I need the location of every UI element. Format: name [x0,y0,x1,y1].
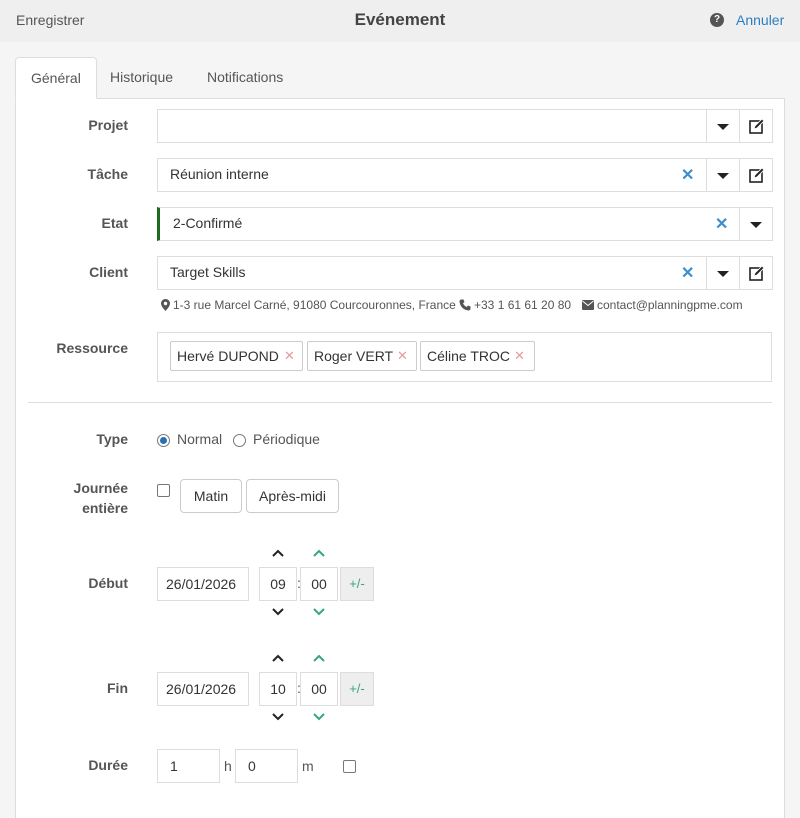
hours-unit: h [224,758,232,774]
projet-edit-button[interactable] [739,109,773,143]
duree-checkbox[interactable] [343,760,356,773]
top-bar: Enregistrer Evénement ? Annuler [0,0,800,42]
minutes-unit: m [302,758,314,774]
remove-tag-icon[interactable]: ✕ [397,342,408,370]
client-label: Client [89,264,128,280]
page-title: Evénement [354,10,446,29]
client-select[interactable]: Target Skills ✕ [157,256,773,290]
client-clear-icon[interactable]: ✕ [681,263,694,283]
etat-clear-icon[interactable]: ✕ [715,214,728,234]
fin-label: Fin [107,680,128,696]
fin-hour-input[interactable]: 10 [259,672,297,706]
debut-label: Début [88,575,128,591]
tab-notifications[interactable]: Notifications [192,57,298,99]
tache-clear-icon[interactable]: ✕ [681,165,694,185]
remove-tag-icon[interactable]: ✕ [284,342,295,370]
caret-down-icon [750,222,762,228]
projet-label: Projet [88,117,128,133]
caret-down-icon [717,124,729,130]
type-normal-radio[interactable] [157,434,170,447]
debut-minute-input[interactable]: 00 [300,567,338,601]
client-address: 1-3 rue Marcel Carné, 91080 Courcouronne… [173,298,456,312]
etat-label: Etat [101,215,128,231]
duree-label: Durée [88,757,128,773]
edit-icon [749,118,765,134]
debut-plus-minus-button[interactable]: +/- [340,567,374,601]
section-divider [28,402,772,403]
apres-midi-button[interactable]: Après-midi [246,479,339,513]
fin-minute-input[interactable]: 00 [300,672,338,706]
cancel-button[interactable]: Annuler [736,12,784,28]
phone-icon [459,299,471,311]
hour-up-chevron-icon[interactable] [271,653,285,663]
minute-up-chevron-icon[interactable] [312,653,326,663]
projet-dropdown-button[interactable] [706,109,740,143]
debut-hour-input[interactable]: 09 [259,567,297,601]
journee-label-line1: Journée [73,480,128,496]
client-edit-button[interactable] [739,256,773,290]
tache-dropdown-button[interactable] [706,158,740,192]
tache-value: Réunion interne [170,166,269,182]
type-label: Type [96,431,128,447]
matin-button[interactable]: Matin [180,479,242,513]
help-icon[interactable]: ? [710,13,724,27]
hour-down-chevron-icon[interactable] [271,712,285,722]
minute-down-chevron-icon[interactable] [312,712,326,722]
client-value: Target Skills [170,264,246,280]
etat-dropdown-button[interactable] [739,207,773,241]
duree-hours-input[interactable]: 1 [157,749,220,783]
caret-down-icon [717,173,729,179]
minute-up-chevron-icon[interactable] [312,548,326,558]
fin-date-input[interactable]: 26/01/2026 [157,672,249,706]
ressource-tag: Roger VERT ✕ [307,341,417,371]
ressource-label: Ressource [56,340,128,356]
fin-plus-minus-button[interactable]: +/- [340,672,374,706]
type-periodique-label: Périodique [253,431,320,447]
minute-down-chevron-icon[interactable] [312,607,326,617]
etat-value: 2-Confirmé [173,215,243,231]
projet-select[interactable] [157,109,773,143]
client-dropdown-button[interactable] [706,256,740,290]
tab-historique[interactable]: Historique [95,57,188,99]
map-marker-icon [161,299,170,311]
form-panel [15,98,785,818]
journee-label-line2: entière [82,500,128,516]
etat-select[interactable]: 2-Confirmé ✕ [157,207,773,241]
caret-down-icon [717,271,729,277]
client-email[interactable]: contact@planningpme.com [597,298,743,312]
ressource-tag: Céline TROC ✕ [420,341,535,371]
client-phone: +33 1 61 61 20 80 [474,298,572,312]
edit-icon [749,167,765,183]
type-periodique-radio[interactable] [233,434,246,447]
debut-date-input[interactable]: 26/01/2026 [157,567,249,601]
tag-label: Roger VERT [314,348,394,364]
tache-select[interactable]: Réunion interne ✕ [157,158,773,192]
duree-minutes-input[interactable]: 0 [235,749,298,783]
remove-tag-icon[interactable]: ✕ [514,342,525,370]
hour-down-chevron-icon[interactable] [271,607,285,617]
tag-label: Hervé DUPOND [177,348,279,364]
type-normal-label: Normal [177,431,223,447]
hour-up-chevron-icon[interactable] [271,548,285,558]
ressource-tag: Hervé DUPOND ✕ [170,341,303,371]
tache-label: Tâche [87,166,128,182]
tab-general[interactable]: Général [15,57,97,99]
envelope-icon [582,300,594,310]
edit-icon [749,265,765,281]
journee-entiere-checkbox[interactable] [157,484,170,497]
tag-label: Céline TROC [427,348,510,364]
ressource-multiselect[interactable]: Hervé DUPOND ✕ Roger VERT ✕ Céline TROC … [157,332,772,382]
tache-edit-button[interactable] [739,158,773,192]
